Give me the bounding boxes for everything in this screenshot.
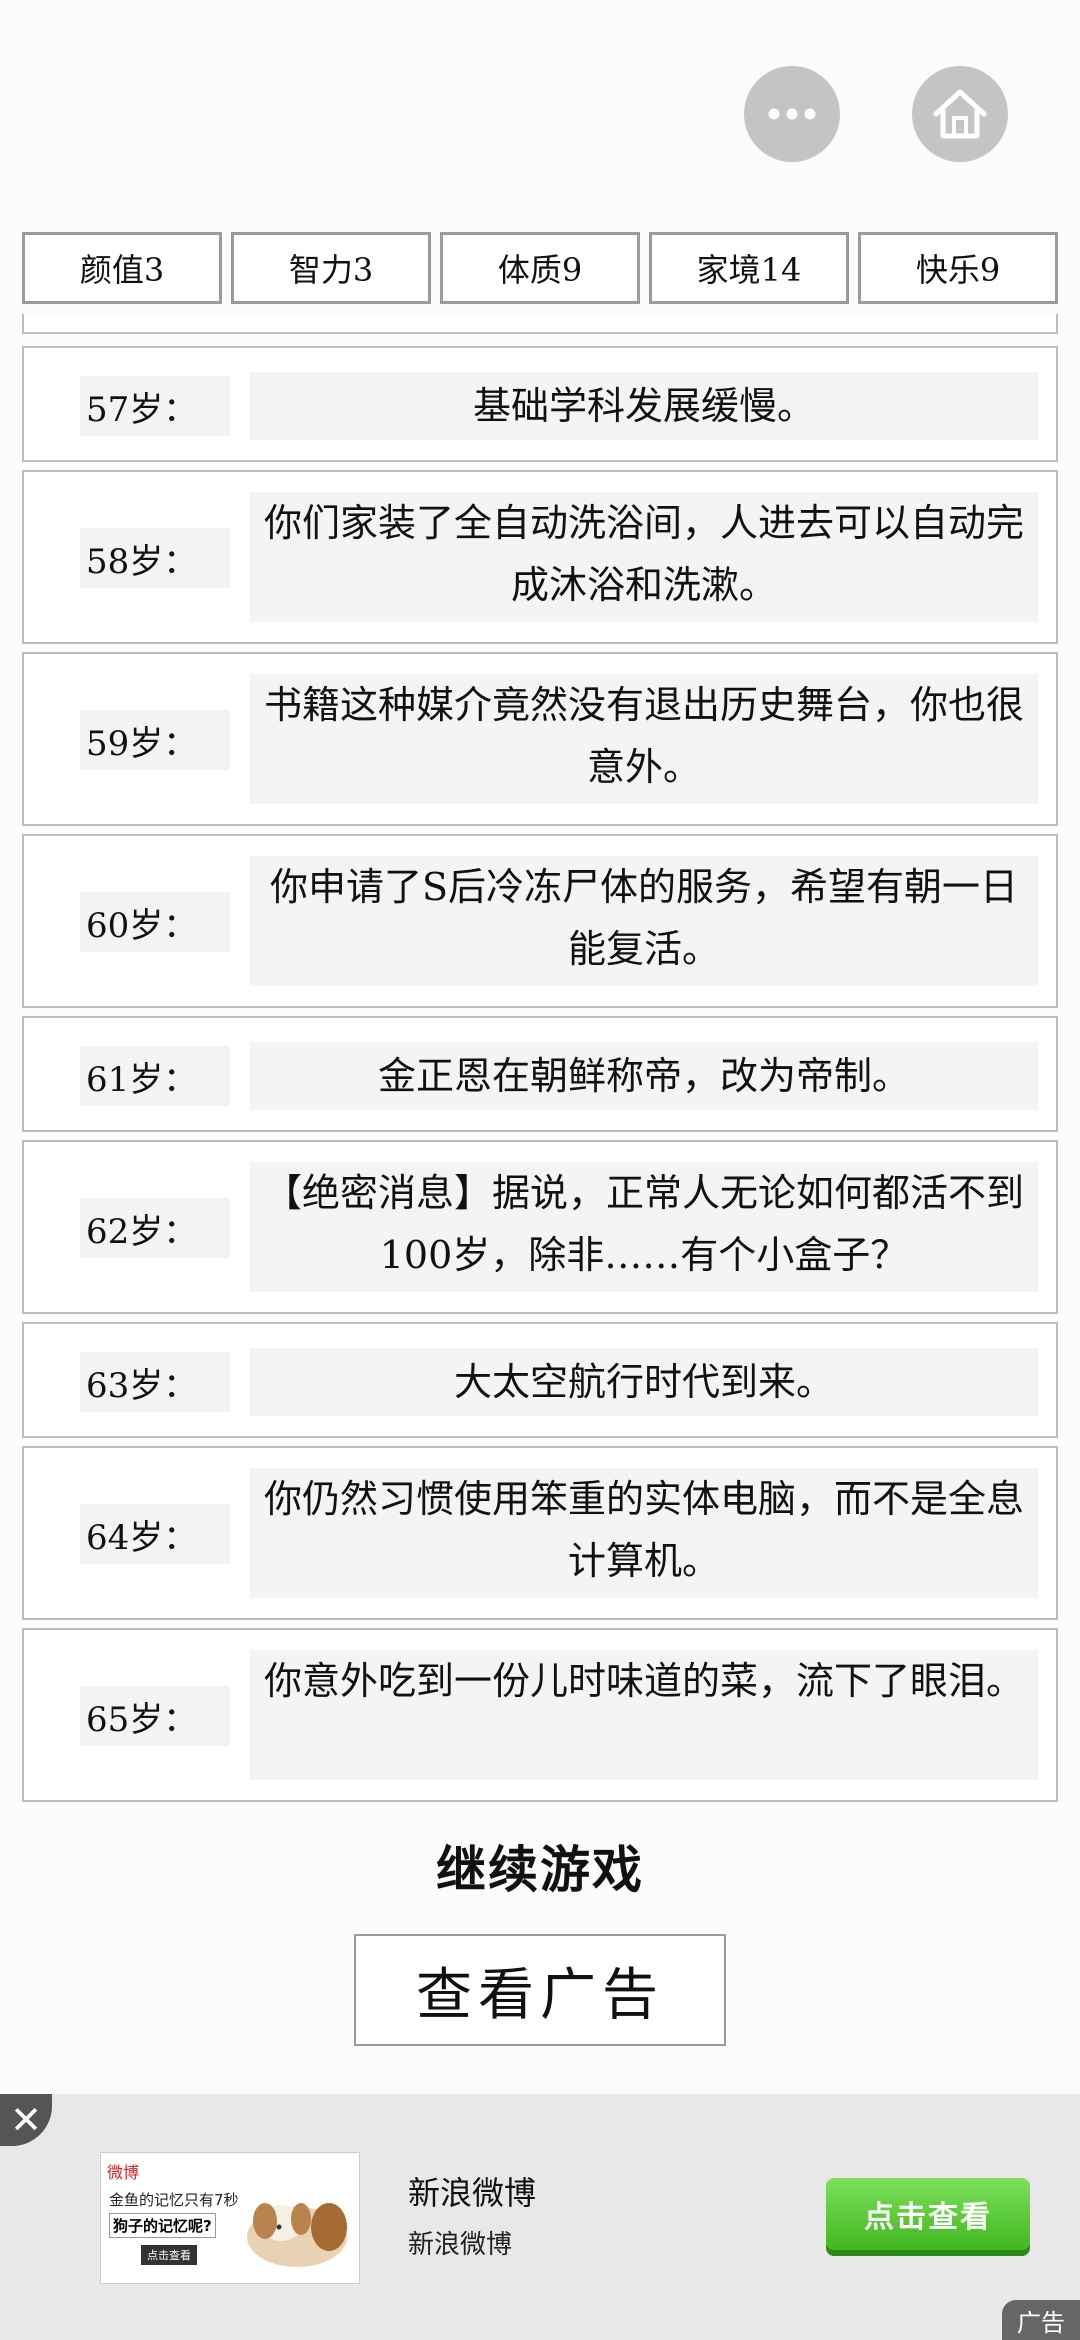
home-icon [933, 89, 987, 139]
ad-image-line1: 金鱼的记忆只有7秒 [109, 2191, 239, 2209]
event-age: 62岁： [80, 1198, 230, 1258]
event-text: 金正恩在朝鲜称帝，改为帝制。 [250, 1042, 1038, 1110]
event-text: 你仍然习惯使用笨重的实体电脑，而不是全息计算机。 [250, 1468, 1038, 1598]
ad-image-button: 点击查看 [141, 2245, 197, 2265]
stat-constitution: 体质9 [440, 232, 640, 304]
stat-family-wealth: 家境14 [649, 232, 849, 304]
banner-cta-button[interactable]: 点击查看 [826, 2178, 1030, 2250]
watch-ad-button[interactable]: 查看广告 [354, 1934, 726, 2046]
event-text: 你意外吃到一份儿时味道的菜，流下了眼泪。 [250, 1650, 1038, 1780]
event-text: 你们家装了全自动洗浴间，人进去可以自动完成沐浴和洗漱。 [250, 492, 1038, 622]
more-dots-icon [768, 108, 816, 120]
event-age: 63岁： [80, 1352, 230, 1412]
event-text: 大太空航行时代到来。 [250, 1348, 1038, 1416]
ad-image-line2: 狗子的记忆呢? [109, 2213, 216, 2238]
event-row: 57岁： 基础学科发展缓慢。 [22, 346, 1058, 462]
event-row: 60岁： 你申请了S后冷冻尸体的服务，希望有朝一日能复活。 [22, 834, 1058, 1008]
banner-ad-image[interactable]: 微博 金鱼的记忆只有7秒 狗子的记忆呢? 点击查看 [100, 2152, 360, 2284]
ad-tag: 广告 [1002, 2300, 1080, 2340]
weibo-logo: 微博 [107, 2163, 140, 2182]
banner-ad-title: 新浪微博 [408, 2174, 537, 2212]
stat-intelligence: 智力3 [231, 232, 431, 304]
stat-appearance: 颜值3 [22, 232, 222, 304]
event-age: 61岁： [80, 1046, 230, 1106]
event-age: 57岁： [80, 376, 230, 436]
event-age: 59岁： [80, 710, 230, 770]
event-text: 书籍这种媒介竟然没有退出历史舞台，你也很意外。 [250, 674, 1038, 804]
event-age: 65岁： [80, 1686, 230, 1746]
continue-game-label: 继续游戏 [436, 1840, 644, 1899]
stats-bar: 颜值3 智力3 体质9 家境14 快乐9 [22, 232, 1058, 304]
home-button[interactable] [912, 66, 1008, 162]
more-button[interactable] [744, 66, 840, 162]
event-row: 64岁： 你仍然习惯使用笨重的实体电脑，而不是全息计算机。 [22, 1446, 1058, 1620]
event-row: 63岁： 大太空航行时代到来。 [22, 1322, 1058, 1438]
event-text: 基础学科发展缓慢。 [250, 372, 1038, 440]
puppy-illustration [247, 2203, 347, 2267]
event-row: 65岁： 你意外吃到一份儿时味道的菜，流下了眼泪。 [22, 1628, 1058, 1802]
event-row: 59岁： 书籍这种媒介竟然没有退出历史舞台，你也很意外。 [22, 652, 1058, 826]
event-row: 58岁： 你们家装了全自动洗浴间，人进去可以自动完成沐浴和洗漱。 [22, 470, 1058, 644]
event-row: 62岁： 【绝密消息】据说，正常人无论如何都活不到100岁，除非……有个小盒子？ [22, 1140, 1058, 1314]
event-text: 你申请了S后冷冻尸体的服务，希望有朝一日能复活。 [250, 856, 1038, 986]
event-age: 60岁： [80, 892, 230, 952]
previous-event-edge [22, 314, 1058, 334]
banner-ad-subtitle: 新浪微博 [408, 2230, 513, 2260]
stat-happiness: 快乐9 [858, 232, 1058, 304]
event-age: 64岁： [80, 1504, 230, 1564]
event-row: 61岁： 金正恩在朝鲜称帝，改为帝制。 [22, 1016, 1058, 1132]
event-age: 58岁： [80, 528, 230, 588]
event-text: 【绝密消息】据说，正常人无论如何都活不到100岁，除非……有个小盒子？ [250, 1162, 1038, 1292]
